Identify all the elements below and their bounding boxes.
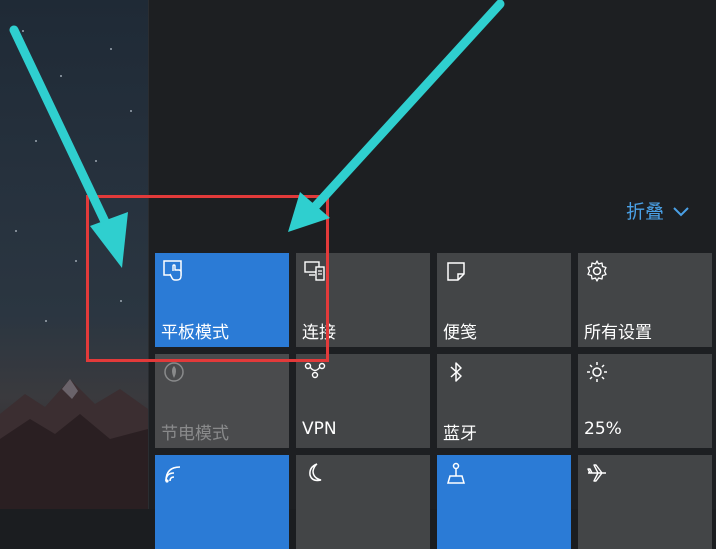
tablet-mode-icon [163,260,182,281]
tile-location[interactable] [437,455,571,549]
collapse-button[interactable]: 折叠 [626,197,690,224]
chevron-down-icon [673,206,689,216]
tile-tablet-mode[interactable]: 平板模式 [155,253,289,347]
tile-label: 25% [584,419,622,439]
battery-saver-icon [164,362,184,382]
mountain-silhouette [0,379,148,509]
vpn-icon [304,362,326,379]
wifi-icon [165,466,181,483]
tile-bluetooth[interactable]: 蓝牙 [437,354,571,448]
location-icon [447,462,465,484]
collapse-label: 折叠 [626,201,665,223]
tile-all-settings[interactable]: 所有设置 [578,253,712,347]
airplane-icon [587,464,606,482]
quiet-hours-moon-icon [309,463,322,482]
tile-battery-saver[interactable]: 节电模式 [155,354,289,448]
tile-brightness[interactable]: 25% [578,354,712,448]
note-icon [447,262,465,281]
tile-quiet-hours[interactable] [296,455,430,549]
tile-label: 连接 [302,323,336,343]
tile-note[interactable]: 便笺 [437,253,571,347]
connect-icon [304,261,325,281]
desktop-wallpaper [0,0,148,509]
tile-label: VPN [302,419,337,439]
tile-label: 节电模式 [161,424,229,444]
tile-label: 所有设置 [584,323,652,343]
tile-wifi[interactable] [155,455,289,549]
brightness-icon [587,362,607,382]
tile-label: 平板模式 [161,323,229,343]
tile-label: 便笺 [443,323,477,343]
bluetooth-icon [450,362,462,382]
settings-gear-icon [587,260,607,282]
tile-label: 蓝牙 [443,424,477,444]
tile-connect[interactable]: 连接 [296,253,430,347]
tile-vpn[interactable]: VPN [296,354,430,448]
tile-airplane-mode[interactable] [578,455,712,549]
